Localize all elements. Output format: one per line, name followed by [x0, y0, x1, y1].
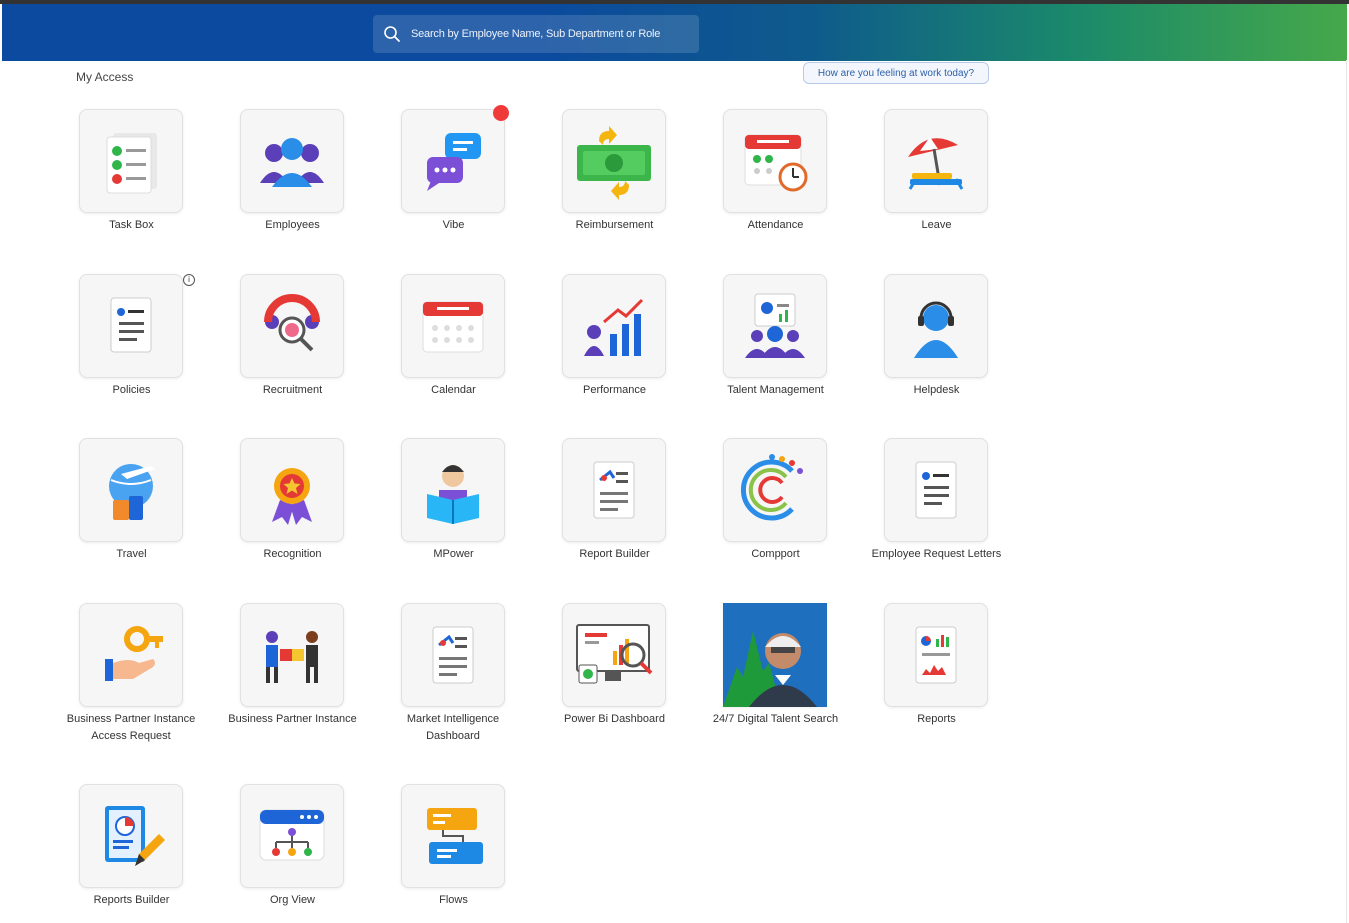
app-tile-recognition[interactable] [240, 438, 344, 542]
app-tile-label: Helpdesk [913, 384, 960, 396]
app-tile-label: Compport [751, 548, 800, 560]
app-tile-employees[interactable] [240, 109, 344, 213]
app-tile-label: Policies [112, 384, 151, 396]
app-tile-label: Vibe [442, 219, 465, 231]
app-tile-label: Recognition [263, 548, 322, 560]
task-box-icon [91, 121, 171, 201]
app-tile-policies[interactable] [79, 274, 183, 378]
notification-dot [493, 105, 509, 121]
key-hand-icon [91, 615, 171, 695]
app-tile-business-partner-instance-access-request[interactable] [79, 603, 183, 707]
top-header-bar: Search by Employee Name, Sub Department … [2, 4, 1347, 61]
app-tile-label: Talent Management [727, 384, 824, 396]
app-tile-flows[interactable] [401, 784, 505, 888]
talent-management-icon [735, 286, 815, 366]
powerbi-dashboard-icon [569, 615, 659, 695]
divider [1346, 60, 1347, 923]
app-tile-label: Reimbursement [575, 219, 654, 231]
app-tile-talent-management[interactable] [723, 274, 827, 378]
app-tile-label: Travel [116, 548, 147, 560]
app-tile-label: Flows [439, 894, 468, 906]
reports-builder-pencil-icon [91, 796, 171, 876]
calendar-icon [413, 286, 493, 366]
flows-icon [413, 796, 493, 876]
search-placeholder: Search by Employee Name, Sub Department … [411, 28, 661, 40]
app-tile-market-intelligence-dashboard[interactable] [401, 603, 505, 707]
employees-icon [252, 121, 332, 201]
digital-talent-photo-icon [723, 603, 827, 707]
app-tile-reports-builder[interactable] [79, 784, 183, 888]
beach-umbrella-icon [896, 121, 976, 201]
app-tile-compport[interactable] [723, 438, 827, 542]
compport-logo-icon [730, 445, 820, 535]
reimbursement-money-icon [569, 121, 659, 201]
app-tile-label: Task Box [109, 219, 154, 231]
org-chart-icon [252, 796, 332, 876]
app-tile-power-bi-dashboard[interactable] [562, 603, 666, 707]
app-tile-label: Recruitment [262, 384, 323, 396]
reports-icon [896, 615, 976, 695]
app-tile-label: Business Partner Instance [228, 713, 357, 725]
app-tile-label: Business Partner Instance Access Request [66, 713, 196, 742]
app-tile-employee-request-letters[interactable] [884, 438, 988, 542]
app-tile-24-7-digital-talent-search[interactable] [723, 603, 827, 707]
policies-document-icon [91, 286, 171, 366]
app-tile-business-partner-instance[interactable] [240, 603, 344, 707]
app-tile-recruitment[interactable] [240, 274, 344, 378]
app-tile-vibe[interactable] [401, 109, 505, 213]
app-tile-reimbursement[interactable] [562, 109, 666, 213]
mood-prompt-button[interactable]: How are you feeling at work today? [803, 62, 989, 84]
helpdesk-headset-icon [896, 286, 976, 366]
app-tile-performance[interactable] [562, 274, 666, 378]
app-tile-task-box[interactable] [79, 109, 183, 213]
info-icon[interactable]: i [183, 274, 195, 286]
app-tile-label: 24/7 Digital Talent Search [712, 713, 839, 725]
app-tile-label: Reports [917, 713, 956, 725]
recognition-badge-icon [252, 450, 332, 530]
app-tile-label: MPower [433, 548, 474, 560]
app-tile-report-builder[interactable] [562, 438, 666, 542]
request-letters-icon [896, 450, 976, 530]
mpower-reader-icon [413, 450, 493, 530]
app-tile-label: Calendar [431, 384, 476, 396]
travel-globe-icon [91, 450, 171, 530]
app-tile-label: Leave [921, 219, 952, 231]
app-tile-reports[interactable] [884, 603, 988, 707]
vibe-chat-icon [413, 121, 493, 201]
app-tile-org-view[interactable] [240, 784, 344, 888]
section-title: My Access [76, 70, 134, 84]
app-tile-leave[interactable] [884, 109, 988, 213]
app-tile-helpdesk[interactable] [884, 274, 988, 378]
app-tile-calendar[interactable] [401, 274, 505, 378]
app-tile-label: Employee Request Letters [871, 548, 1002, 560]
attendance-calendar-clock-icon [735, 121, 815, 201]
market-intelligence-icon [413, 615, 493, 695]
app-tile-label: Market Intelligence Dashboard [406, 713, 500, 742]
app-tile-travel[interactable] [79, 438, 183, 542]
recruitment-search-icon [252, 286, 332, 366]
search-icon [384, 26, 400, 42]
app-tile-mpower[interactable] [401, 438, 505, 542]
app-tile-label: Employees [265, 219, 320, 231]
app-tile-label: Attendance [747, 219, 804, 231]
app-tile-label: Report Builder [579, 548, 650, 560]
partner-puzzle-icon [252, 615, 332, 695]
app-tile-label: Reports Builder [93, 894, 170, 906]
performance-chart-icon [574, 286, 654, 366]
app-tile-label: Performance [583, 384, 646, 396]
app-tile-label: Org View [269, 894, 316, 906]
app-tile-attendance[interactable] [723, 109, 827, 213]
search-bar[interactable]: Search by Employee Name, Sub Department … [373, 15, 699, 53]
app-tile-label: Power Bi Dashboard [564, 713, 665, 725]
report-builder-icon [574, 450, 654, 530]
